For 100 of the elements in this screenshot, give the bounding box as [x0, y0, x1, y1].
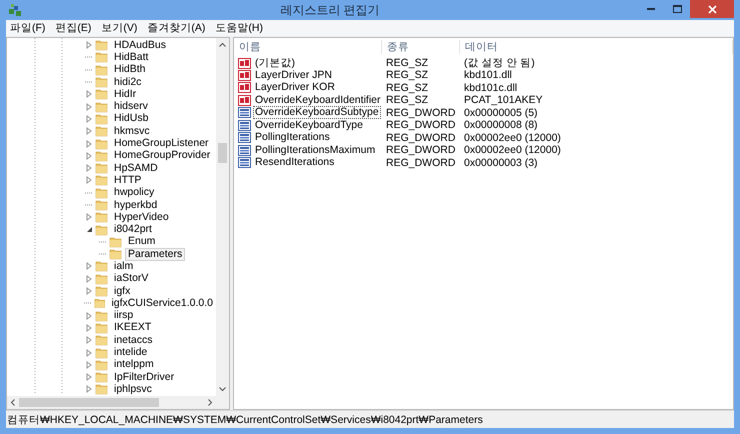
expand-arrow-icon[interactable] — [86, 152, 92, 160]
expand-arrow-icon[interactable] — [86, 360, 92, 369]
folder-icon — [95, 346, 108, 359]
expand-arrow-icon[interactable] — [86, 274, 92, 283]
table-cell-text: 0x00000008 (8) — [463, 119, 539, 131]
tree-node[interactable]: HomeGroupProvider — [111, 149, 214, 162]
expand-arrow-icon[interactable] — [86, 336, 92, 344]
value-name[interactable]: ResendIterations — [253, 156, 336, 169]
scroll-up-icon[interactable] — [219, 42, 226, 47]
expand-arrow-icon[interactable] — [86, 176, 92, 184]
column-header[interactable]: 종류 — [382, 40, 460, 54]
tree-node[interactable]: intelppm — [111, 358, 157, 372]
tree-node[interactable]: iphlpsvc — [111, 382, 155, 396]
tree-node[interactable]: inetaccs — [111, 334, 156, 347]
tree-node[interactable]: hkmsvc — [111, 124, 153, 138]
table-cell-text: 0x00000003 (3) — [463, 156, 539, 168]
expanded-arrow-icon[interactable] — [86, 226, 92, 234]
expand-arrow-icon[interactable] — [86, 114, 92, 123]
tree-node[interactable]: HDAudBus — [111, 38, 169, 52]
binary-value-icon — [238, 144, 251, 156]
scroll-left-icon[interactable] — [10, 399, 15, 406]
tree-node[interactable]: HidUsb — [111, 112, 152, 126]
expand-arrow-icon[interactable] — [86, 90, 92, 98]
tree-node[interactable]: hidserv — [111, 100, 151, 114]
menu-item[interactable]: 편집(E) — [55, 21, 92, 35]
tree-node[interactable]: Enum — [125, 235, 158, 248]
tree-node[interactable]: iirsp — [111, 309, 136, 322]
menu-item[interactable]: 보기(V) — [101, 21, 138, 35]
menu-item[interactable]: 파일(F) — [10, 21, 46, 35]
tree-node[interactable]: HyperVideo — [111, 210, 172, 224]
menu-item[interactable]: 도움말(H) — [215, 21, 263, 35]
value-name[interactable]: PollingIterationsMaximum — [253, 144, 378, 156]
table-cell-text: 0x00002ee0 (12000) — [463, 144, 562, 156]
tree-node[interactable]: HidBth — [111, 63, 149, 76]
scroll-down-icon[interactable] — [219, 387, 226, 392]
expand-arrow-icon[interactable] — [86, 41, 92, 50]
expand-arrow-icon[interactable] — [86, 385, 92, 394]
tree-node[interactable]: iaStorV — [111, 272, 152, 286]
folder-icon — [95, 88, 108, 100]
folder-icon — [109, 236, 122, 248]
tree-node[interactable]: intelide — [111, 346, 150, 360]
folder-icon — [95, 199, 108, 211]
folder-icon — [95, 64, 108, 76]
tree-node[interactable]: HidBatt — [111, 50, 152, 64]
menu-item[interactable]: 즐겨찾기(A) — [147, 21, 206, 35]
folder-icon — [95, 358, 108, 371]
text-value-icon — [238, 70, 251, 80]
folder-icon — [95, 322, 108, 334]
expand-arrow-icon[interactable] — [86, 287, 92, 296]
minimize-icon — [647, 8, 655, 10]
expand-arrow-icon[interactable] — [86, 262, 92, 270]
tree-node[interactable]: Parameters — [125, 248, 186, 261]
expand-arrow-icon[interactable] — [86, 127, 92, 136]
scroll-thumb[interactable] — [218, 143, 227, 163]
value-name[interactable]: (기본값) — [253, 56, 297, 70]
table-cell-text: REG_DWORD — [385, 119, 456, 131]
expand-arrow-icon[interactable] — [86, 140, 92, 148]
folder-icon — [95, 224, 108, 236]
tree-node[interactable]: hidi2c — [111, 76, 144, 89]
tree-node[interactable]: HomeGroupListener — [111, 137, 212, 150]
value-name[interactable]: OverrideKeyboardSubtype — [253, 106, 381, 119]
value-name[interactable]: LayerDriver JPN — [253, 68, 334, 82]
expand-arrow-icon[interactable] — [86, 312, 92, 320]
tree-node[interactable]: igfxCUIService1.0.0.0 — [108, 296, 216, 310]
expand-arrow-icon[interactable] — [86, 213, 92, 222]
horizontal-scrollbar[interactable] — [7, 396, 216, 409]
expand-arrow-icon[interactable] — [86, 324, 92, 332]
tree-node[interactable]: HidIr — [111, 88, 140, 101]
registry-cubes-icon — [8, 3, 22, 17]
expand-arrow-icon[interactable] — [86, 164, 92, 172]
value-name[interactable]: LayerDriver KOR — [253, 81, 337, 94]
folder-icon — [95, 383, 108, 396]
folder-icon — [95, 112, 108, 125]
window-title: 레지스트리 편집기 — [279, 2, 381, 18]
close-button[interactable] — [690, 0, 734, 18]
value-name[interactable]: OverrideKeyboardType — [253, 118, 365, 132]
status-path: 컴퓨터₩HKEY_LOCAL_MACHINE₩SYSTEM₩CurrentControlSet₩Services₩i8042prt₩Parameters — [6, 412, 483, 426]
tree-node[interactable]: igfx — [111, 284, 134, 298]
tree-node[interactable]: HpSAMD — [111, 162, 161, 175]
tree-node[interactable]: IKEEXT — [111, 321, 154, 334]
column-header[interactable]: 데이터 — [460, 40, 733, 54]
text-value-icon — [238, 94, 251, 106]
tree-node[interactable]: i8042prt — [111, 223, 155, 236]
scroll-right-icon[interactable] — [208, 399, 213, 406]
tree-node[interactable]: hwpolicy — [111, 186, 158, 200]
expand-arrow-icon[interactable] — [86, 102, 92, 111]
value-name[interactable]: OverrideKeyboardIdentifier — [253, 94, 382, 106]
tree-node[interactable]: hyperkbd — [111, 198, 160, 212]
tree-node[interactable]: HTTP — [111, 174, 144, 187]
column-header[interactable]: 이름 — [234, 40, 382, 54]
table-cell-text: REG_SZ — [385, 57, 430, 69]
expand-arrow-icon[interactable] — [86, 348, 92, 357]
value-name[interactable]: PollingIterations — [253, 131, 332, 144]
table-cell-text: REG_DWORD — [385, 144, 456, 156]
scroll-thumb[interactable] — [19, 398, 159, 407]
vertical-scrollbar[interactable] — [216, 38, 229, 396]
tree-node[interactable]: ialm — [111, 260, 136, 273]
folder-icon — [95, 100, 108, 113]
tree-node[interactable]: IpFilterDriver — [111, 370, 178, 384]
expand-arrow-icon[interactable] — [86, 373, 92, 382]
